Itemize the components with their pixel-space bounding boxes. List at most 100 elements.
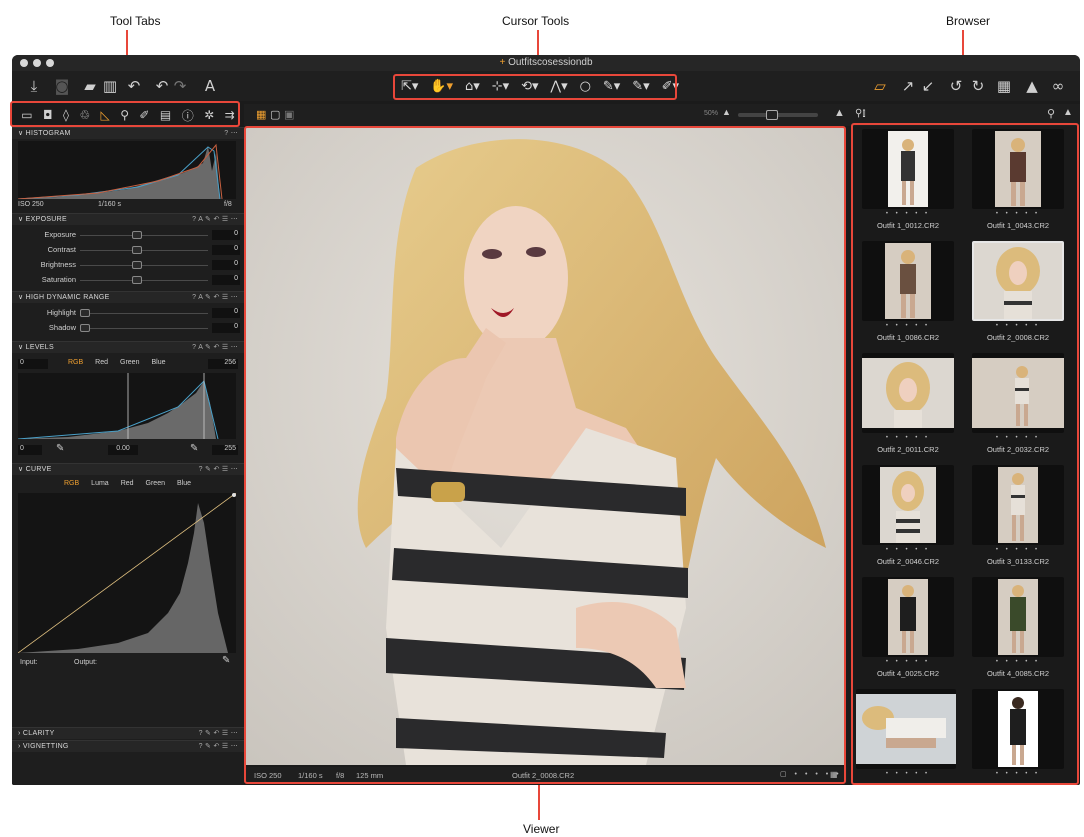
multi-view-icon[interactable]: ▦ [256, 108, 266, 121]
exposure-header[interactable]: ∨ EXPOSURE? A ✎ ↶ ☰ ⋯ [12, 213, 244, 225]
histogram-iso: ISO 250 [18, 201, 44, 208]
highlight-label: Highlight [46, 308, 76, 317]
grid-icon[interactable]: ▦ [994, 76, 1014, 96]
zoom-level: 50% [704, 110, 719, 117]
copy-adjustments-icon[interactable]: ↗ [898, 76, 918, 96]
curve-tab-green[interactable]: Green [146, 480, 165, 487]
histogram-aperture: f/8 [224, 201, 232, 208]
levels-tab-green[interactable]: Green [120, 359, 139, 366]
levels-right-value[interactable]: 256 [208, 359, 238, 369]
vignetting-header[interactable]: › VIGNETTING? ✎ ↶ ☰ ⋯ [12, 740, 244, 752]
brightness-slider[interactable]: Brightness 0 [12, 259, 244, 271]
hdr-title: HIGH DYNAMIC RANGE [25, 294, 110, 301]
levels-bottom-right[interactable]: 255 [212, 445, 238, 455]
levels-graph[interactable] [18, 373, 236, 439]
auto-adjust-icon[interactable]: A [200, 76, 220, 96]
zoom-slider[interactable] [738, 110, 818, 120]
exposure-value[interactable]: 0 [212, 230, 240, 240]
exposure-slider[interactable]: Exposure 0 [12, 229, 244, 241]
cursor-tools-callout: Cursor Tools [502, 14, 570, 28]
curve-title: CURVE [25, 466, 52, 473]
viewer-highlight [244, 126, 846, 784]
zoom-out-icon[interactable]: ▲ [722, 107, 731, 117]
curve-output-label: Output: [74, 659, 97, 666]
levels-tab-red[interactable]: Red [95, 359, 108, 366]
trash-icon[interactable]: ▥ [100, 76, 120, 96]
contrast-value[interactable]: 0 [212, 245, 240, 255]
browser-highlight [851, 123, 1079, 785]
clarity-header[interactable]: › CLARITY? ✎ ↶ ☰ ⋯ [12, 727, 244, 739]
shadow-label: Shadow [48, 323, 76, 332]
curve-channel-tabs: RGB Luma Red Green Blue [64, 480, 191, 487]
contrast-label: Contrast [47, 245, 76, 254]
hdr-header[interactable]: ∨ HIGH DYNAMIC RANGE? A ✎ ↶ ☰ ⋯ [12, 291, 244, 303]
rotate-left-icon[interactable]: ↺ [946, 76, 966, 96]
levels-left-value[interactable]: 0 [18, 359, 48, 369]
curve-tab-luma[interactable]: Luma [91, 480, 109, 487]
curve-tab-rgb[interactable]: RGB [64, 480, 79, 487]
levels-bottom-left[interactable]: 0 [18, 445, 42, 455]
shadow-value[interactable]: 0 [212, 323, 240, 333]
zoom-in-icon[interactable]: ▲ [834, 107, 845, 119]
move-to-folder-icon[interactable]: ▰ [80, 76, 100, 96]
histogram-title: HISTOGRAM [25, 130, 71, 137]
curve-tab-blue[interactable]: Blue [177, 480, 191, 487]
clarity-title: CLARITY [22, 730, 55, 737]
saturation-slider[interactable]: Saturation 0 [12, 274, 244, 286]
levels-black-picker-icon[interactable]: ✎ [56, 443, 64, 454]
camera-icon[interactable]: ◙ [52, 76, 72, 96]
shadow-slider[interactable]: Shadow 0 [12, 322, 244, 334]
curve-header[interactable]: ∨ CURVE? ✎ ↶ ☰ ⋯ [12, 463, 244, 475]
rotate-right-icon[interactable]: ↻ [968, 76, 988, 96]
exposure-label: Exposure [44, 230, 76, 239]
zoom-slider-knob[interactable] [766, 110, 778, 120]
undo-icon[interactable]: ↶ [152, 76, 172, 96]
browser-filter-icon[interactable]: ⚲⫾ [855, 108, 866, 119]
viewer-toolbar: ▦ ▢ ▣ 50% ▲ ▲ [244, 104, 847, 126]
browser-person-icon[interactable]: ▲ [1063, 107, 1073, 118]
brightness-value[interactable]: 0 [212, 260, 240, 270]
levels-white-picker-icon[interactable]: ✎ [190, 443, 198, 454]
highlight-value[interactable]: 0 [212, 308, 240, 318]
tool-tabs-callout: Tool Tabs [110, 14, 161, 28]
tool-tabs-highlight [10, 101, 240, 127]
histogram-graph [18, 141, 236, 199]
levels-bottom-mid[interactable]: 0.00 [108, 445, 138, 455]
import-icon[interactable]: ⤓ [24, 76, 44, 96]
tool-panel: ∨ HISTOGRAM? ⋯ ISO 250 1/160 s f/8 ∨ EXP… [12, 127, 244, 785]
redo-icon[interactable]: ↷ [170, 76, 190, 96]
title-bar: + Outfitscosessiondb [12, 55, 1080, 71]
highlight-slider[interactable]: Highlight 0 [12, 307, 244, 319]
browser-callout: Browser [946, 14, 991, 28]
window-title: + Outfitscosessiondb [499, 57, 593, 68]
levels-tab-blue[interactable]: Blue [151, 359, 165, 366]
levels-tab-rgb[interactable]: RGB [68, 359, 83, 366]
curve-input-label: Input: [20, 659, 38, 666]
histogram-header[interactable]: ∨ HISTOGRAM? ⋯ [12, 127, 244, 139]
curve-graph[interactable] [18, 493, 236, 653]
histogram-shutter: 1/160 s [98, 201, 121, 208]
curve-picker-icon[interactable]: ✎ [222, 655, 230, 666]
edit-all-selected-icon[interactable]: ▱ [870, 76, 890, 96]
vignetting-title: VIGNETTING [22, 743, 69, 750]
levels-channel-tabs: RGB Red Green Blue [68, 359, 166, 366]
window-title-text: Outfitscosessiondb [508, 57, 593, 68]
viewer-leader [538, 784, 540, 820]
apply-adjustments-icon[interactable]: ↙ [918, 76, 938, 96]
levels-title: LEVELS [25, 344, 54, 351]
contrast-slider[interactable]: Contrast 0 [12, 244, 244, 256]
exposure-title: EXPOSURE [25, 216, 67, 223]
saturation-label: Saturation [41, 275, 76, 284]
curve-tab-red[interactable]: Red [121, 480, 134, 487]
reset-icon[interactable]: ↶ [124, 76, 144, 96]
brightness-label: Brightness [40, 260, 76, 269]
compare-view-icon[interactable]: ▣ [284, 108, 294, 121]
cursor-tools-highlight [393, 74, 677, 100]
levels-header[interactable]: ∨ LEVELS? A ✎ ↶ ☰ ⋯ [12, 341, 244, 353]
viewer-callout: Viewer [523, 822, 560, 836]
browser-search-icon[interactable]: ⚲ [1047, 107, 1055, 120]
single-view-icon[interactable]: ▢ [270, 108, 280, 121]
saturation-value[interactable]: 0 [212, 275, 240, 285]
proof-glasses-icon[interactable]: ∞ [1048, 76, 1068, 96]
exposure-warning-icon[interactable]: ▲ [1022, 76, 1042, 96]
